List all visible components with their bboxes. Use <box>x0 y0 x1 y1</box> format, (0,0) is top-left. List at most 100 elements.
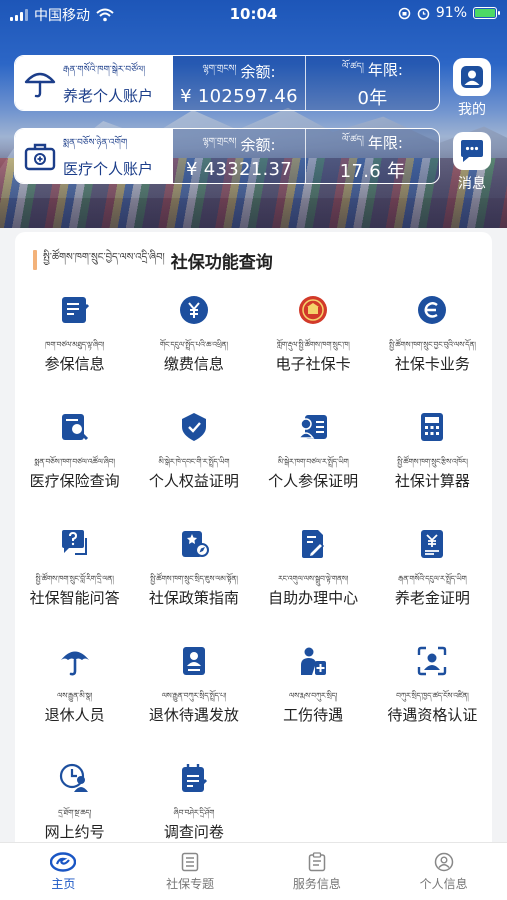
header-banner <box>0 0 507 228</box>
fn-personal-insured-cert[interactable]: མི་སྒེར་ཁག་བཙལ་ར་སྤྲོད་ཡིག 个人参保证明 <box>254 399 373 516</box>
fn-card-business[interactable]: སྤྱི་ཚོགས་ཁག་སྲུང་བྱང་བུའི་ལས་དོན། 社保卡业务 <box>373 282 492 399</box>
fn-retirement-payout[interactable]: ལས་རྒྱུན་བཀུར་སྲིད་སྤྲོད་པ། 退休待遇发放 <box>134 633 253 750</box>
panel-title-text: 社保功能查询 <box>170 252 273 273</box>
person-clock-icon <box>59 763 88 792</box>
tab-personal-info[interactable]: 个人信息 <box>380 843 507 900</box>
list-doc-icon <box>181 852 199 871</box>
years-label: 年限: <box>367 133 403 152</box>
balance-label: 余额: <box>240 63 276 81</box>
fn-tibetan: སྤྱི་ཚོགས་ཁག་སྲུང་སྲིད་ཇུས་ལམ་སྟོན། <box>150 574 238 583</box>
fn-tibetan: མི་སྒེར་ཁག་བཙལ་ར་སྤྲོད་ཡིག <box>277 457 349 466</box>
fn-label: 社保政策指南 <box>148 589 239 607</box>
yuan-coin-icon <box>179 296 208 324</box>
fn-e-social-card[interactable]: གློག་རྡུལ་སྤྱི་ཚོགས་ཁག་སྲུང་ཁ། 电子社保卡 <box>254 282 373 399</box>
pension-account-card[interactable]: རྒན་གསོའི་ཁག་སྒེར་བཙོལ། 养老个人账户 ལྷག་གྲངས།… <box>14 55 440 111</box>
checklist-icon <box>61 297 89 323</box>
face-scan-icon <box>418 646 447 676</box>
pen-doc-icon <box>302 530 325 559</box>
umbrella-icon <box>60 651 89 676</box>
fn-label: 社保计算器 <box>394 472 470 490</box>
fn-personal-rights-cert[interactable]: མི་སྒེར་ཁེ་དབང་གི་ར་སྤྲོད་ཡིག 个人权益证明 <box>134 399 253 516</box>
tab-topics[interactable]: 社保专题 <box>127 843 254 900</box>
medical-years: 17.6 年 <box>339 160 406 182</box>
fn-tibetan: དྲ་ཐོག་སྔ་ཆད། <box>58 808 92 817</box>
fn-calculator[interactable]: སྤྱི་ཚོགས་ཁག་སྲུང་རྩིས་འཁོར། 社保计算器 <box>373 399 492 516</box>
pension-balance: ¥ 102597.46 <box>180 86 298 107</box>
fn-tibetan: གོང་དངུལ་སྤྲོད་པའི་ཆ་འཕྲིན། <box>159 340 228 349</box>
person-card-icon <box>297 415 328 439</box>
fn-tibetan: གློག་རྡུལ་སྤྱི་ཚོགས་ཁག་སྲུང་ཁ། <box>276 340 350 349</box>
fn-label: 社保卡业务 <box>394 355 470 373</box>
pension-account-tibetan: རྒན་གསོའི་ཁག་སྒེར་བཙོལ། <box>63 65 146 75</box>
chat-icon <box>461 140 483 162</box>
function-panel: སྤྱི་ཚོགས་ཁག་སྲུང་བྱེད་ལས་འདྲི་ཞིབ། 社保功能… <box>15 232 492 852</box>
survey-icon <box>181 764 207 792</box>
balance-label: 余额: <box>240 136 276 154</box>
alarm-icon <box>417 7 430 20</box>
badge-icon <box>181 413 206 441</box>
profile-button[interactable]: 我的 <box>447 58 497 119</box>
years-label: 年限: <box>367 60 403 79</box>
id-doc-icon <box>182 647 205 675</box>
profile-label: 我的 <box>458 102 486 118</box>
fn-retirees[interactable]: ལས་རྒྱུན་མི་སྣ། 退休人员 <box>15 633 134 750</box>
pension-doc-icon <box>421 530 444 558</box>
balance-label-tibetan: ལྷག་གྲངས། <box>202 137 237 147</box>
fn-tibetan: ལས་རྨས་བཀུར་སྲིད། <box>288 691 338 700</box>
fn-label: 退休人员 <box>44 706 105 724</box>
home-logo-icon <box>50 851 77 872</box>
years-label-tibetan: ལོ་ཚད། <box>342 134 364 145</box>
fn-survey[interactable]: ཞིབ་བཤེར་དྲི་ཤོག 调查问卷 <box>134 750 253 852</box>
fn-tibetan: ཁག་བཙལ་མཐུད་ལྟ་ཞིབ། <box>45 340 105 349</box>
tab-service-info-label: 服务信息 <box>292 876 341 891</box>
fn-self-service-center[interactable]: རང་འགུལ་ལས་སྒྲུབ་ལྟེ་གནས། 自助办理中心 <box>254 516 373 633</box>
tab-topics-label: 社保专题 <box>166 876 215 891</box>
bottom-tab-bar: 主页 社保专题 服务信息 个人信息 <box>0 842 507 900</box>
fn-label: 电子社保卡 <box>275 355 351 373</box>
messages-button[interactable]: 消息 <box>447 132 497 193</box>
fn-smart-qa[interactable]: སྤྱི་ཚོགས་ཁག་སྲུང་བློ་རིག་དྲི་ལན། 社保智能问答 <box>15 516 134 633</box>
person-icon <box>461 66 483 88</box>
fn-medical-insurance-query[interactable]: སྨན་བཅོས་ཁག་བཙལ་འཚོལ་ཞིབ། 医疗保险查询 <box>15 399 134 516</box>
fn-label: 个人参保证明 <box>268 472 359 490</box>
battery-icon <box>473 7 500 19</box>
tab-home[interactable]: 主页 <box>0 843 127 900</box>
tab-service-info[interactable]: 服务信息 <box>254 843 381 900</box>
fn-label: 参保信息 <box>44 355 105 373</box>
medical-account-tibetan: སྨན་བཅོས་ཉེན་འགོག <box>63 138 128 148</box>
fn-tibetan: མི་སྒེར་ཁེ་དབང་གི་ར་སྤྲོད་ཡིག <box>158 457 230 466</box>
fn-policy-guide[interactable]: སྤྱི་ཚོགས་ཁག་སྲུང་སྲིད་ཇུས་ལམ་སྟོན། 社保政策… <box>134 516 253 633</box>
status-bar: 中国移动 10:04 91% <box>0 0 507 28</box>
fn-label: 医疗保险查询 <box>29 472 120 490</box>
fn-payment-info[interactable]: གོང་དངུལ་སྤྲོད་པའི་ཆ་འཕྲིན། 缴费信息 <box>134 282 253 399</box>
medical-account-name: 医疗个人账户 <box>63 160 154 178</box>
function-grid: ཁག་བཙལ་མཐུད་ལྟ་ཞིབ། 参保信息 གོང་དངུལ་སྤྲོད་… <box>15 282 492 852</box>
umbrella-icon <box>24 72 56 98</box>
battery-percent: 91% <box>435 5 467 21</box>
question-chat-icon <box>61 530 87 555</box>
calculator-icon <box>421 413 444 441</box>
fn-label: 缴费信息 <box>163 355 224 373</box>
fn-tibetan: རྒན་གསོའི་དངུལ་ར་སྤྲོད་ཡིག <box>398 574 467 583</box>
fn-insurance-info[interactable]: ཁག་བཙལ་མཐུད་ལྟ་ཞིབ། 参保信息 <box>15 282 134 399</box>
pension-account-name: 养老个人账户 <box>63 87 154 105</box>
fn-label: 调查问卷 <box>163 823 224 841</box>
fn-online-appointment[interactable]: དྲ་ཐོག་སྔ་ཆད། 网上约号 <box>15 750 134 852</box>
fn-label: 网上约号 <box>44 823 105 841</box>
fn-tibetan: སྤྱི་ཚོགས་ཁག་སྲུང་བྱང་བུའི་ལས་དོན། <box>389 340 476 349</box>
fn-tibetan: རང་འགུལ་ལས་སྒྲུབ་ལྟེ་གནས། <box>278 574 349 583</box>
fn-eligibility-auth[interactable]: བཀུར་སྲིད་ཁྱད་ཚད་ངོས་འཛིན། 待遇资格认证 <box>373 633 492 750</box>
orientation-lock-icon <box>398 7 411 19</box>
years-label-tibetan: ལོ་ཚད། <box>342 61 364 72</box>
fn-work-injury[interactable]: ལས་རྨས་བཀུར་སྲིད། 工伤待遇 <box>254 633 373 750</box>
fn-pension-cert[interactable]: རྒན་གསོའི་དངུལ་ར་སྤྲོད་ཡིག 养老金证明 <box>373 516 492 633</box>
fn-tibetan: ལས་རྒྱུན་མི་སྣ། <box>57 691 93 700</box>
panel-title: སྤྱི་ཚོགས་ཁག་སྲུང་བྱེད་ལས་འདྲི་ཞིབ། 社保功能… <box>33 246 273 274</box>
medical-account-card[interactable]: སྨན་བཅོས་ཉེན་འགོག 医疗个人账户 ལྷག་གྲངས། 余额: ¥ … <box>14 128 440 184</box>
fn-label: 待遇资格认证 <box>387 706 478 724</box>
person-circle-icon <box>434 852 453 871</box>
fn-tibetan: ཞིབ་བཤེར་དྲི་ཤོག <box>173 808 215 817</box>
fn-tibetan: ལས་རྒྱུན་བཀུར་སྲིད་སྤྲོད་པ། <box>161 691 227 700</box>
messages-label: 消息 <box>458 176 486 192</box>
balance-label-tibetan: ལྷག་གྲངས། <box>202 64 237 74</box>
